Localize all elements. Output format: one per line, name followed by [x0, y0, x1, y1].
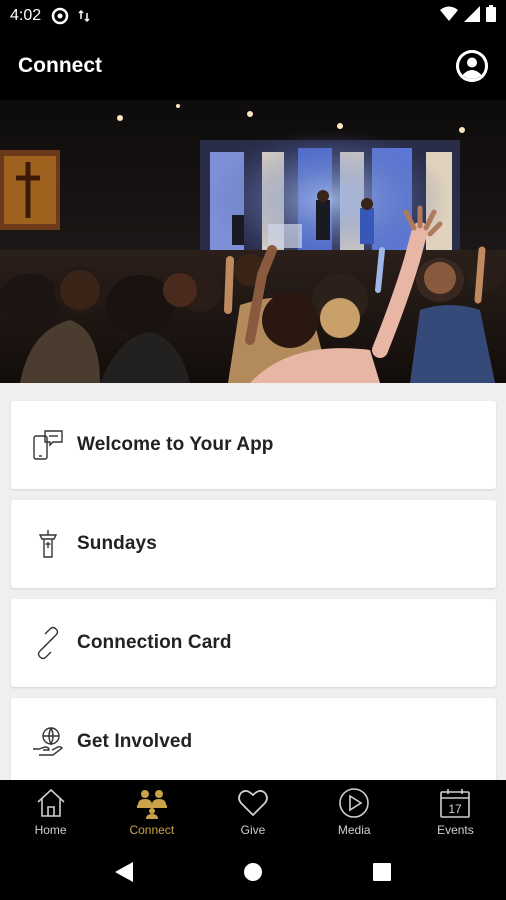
nav-media[interactable]: Media [304, 780, 405, 844]
card-get-involved[interactable]: Get Involved [11, 698, 496, 780]
hand-globe-icon [31, 725, 65, 759]
nav-label: Home [34, 823, 67, 837]
page-title: Connect [18, 54, 102, 77]
system-nav [0, 844, 506, 900]
nav-label: Connect [129, 823, 175, 837]
card-sundays[interactable]: Sundays [11, 500, 496, 588]
recents-icon [372, 863, 391, 881]
card-label: Welcome to Your App [77, 434, 274, 455]
worship-photo [0, 100, 506, 383]
status-time: 4:02 [10, 7, 42, 24]
sync-icon [51, 7, 69, 25]
card-connection[interactable]: Connection Card [11, 599, 496, 687]
battery-icon [486, 5, 496, 27]
nav-label: Events [437, 823, 474, 837]
home-icon [34, 786, 68, 820]
nav-label: Media [337, 823, 371, 837]
card-label: Get Involved [77, 731, 193, 752]
calendar-day: 17 [449, 802, 463, 816]
bottom-nav: Home Connect Give Media 17 Events [0, 780, 506, 844]
nav-home[interactable]: Home [0, 780, 101, 844]
card-label: Sundays [77, 533, 157, 554]
data-icon [75, 7, 93, 25]
status-bar: 4:02 [0, 0, 506, 32]
link-icon [31, 626, 65, 660]
signal-icon [464, 5, 480, 27]
nav-events[interactable]: 17 Events [405, 780, 506, 844]
nav-label: Give [240, 823, 266, 837]
profile-icon [456, 50, 488, 82]
hero-image [0, 100, 506, 383]
home-circle-icon [243, 863, 262, 881]
back-icon [115, 862, 134, 882]
nav-give[interactable]: Give [202, 780, 303, 844]
play-icon [337, 786, 371, 820]
pulpit-icon [31, 527, 65, 561]
back-button[interactable] [104, 852, 144, 892]
chat-phone-icon [31, 428, 65, 462]
nav-connect[interactable]: Connect [101, 780, 202, 844]
card-welcome[interactable]: Welcome to Your App [11, 401, 496, 489]
home-system-button[interactable] [233, 852, 273, 892]
calendar-icon: 17 [438, 786, 472, 820]
app-bar: Connect [0, 32, 506, 100]
profile-button[interactable] [456, 50, 488, 82]
people-icon [135, 786, 169, 820]
content-list: Welcome to Your App Sundays Connection C… [0, 383, 506, 780]
recents-button[interactable] [362, 852, 402, 892]
heart-icon [236, 786, 270, 820]
wifi-icon [440, 6, 458, 27]
card-label: Connection Card [77, 632, 232, 653]
